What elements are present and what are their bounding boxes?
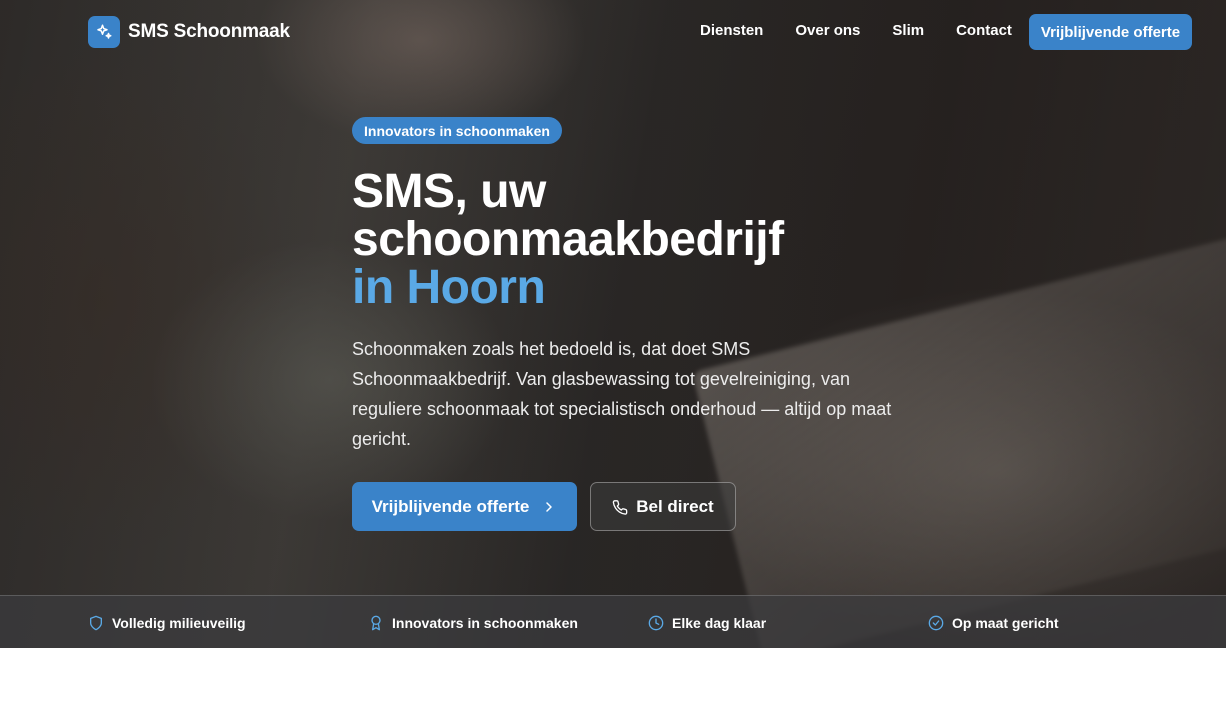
- phone-icon: [612, 499, 628, 515]
- feature-item: Volledig milieuveilig: [88, 596, 246, 648]
- clock-icon: [648, 615, 664, 631]
- hero-title-line-2: schoonmaakbedrijf: [352, 213, 784, 266]
- call-direct-button-label: Bel direct: [636, 496, 714, 516]
- check-circle-icon: [928, 615, 944, 631]
- brand-name: SMS Schoonmaak: [128, 21, 290, 42]
- call-direct-button[interactable]: Bel direct: [590, 482, 736, 531]
- feature-label: Op maat gericht: [952, 614, 1059, 631]
- hero-lead-text: Schoonmaken zoals het bedoeld is, dat do…: [352, 339, 892, 449]
- brand[interactable]: SMS Schoonmaak: [88, 16, 290, 48]
- chevron-right-icon: [541, 499, 557, 515]
- nav-link-diensten[interactable]: Diensten: [700, 22, 763, 39]
- feature-label: Volledig milieuveilig: [112, 614, 246, 631]
- nav-link-contact[interactable]: Contact: [956, 22, 1012, 39]
- hero-quote-button-label: Vrijblijvende offerte: [371, 496, 530, 516]
- top-navigation: SMS Schoonmaak Diensten Over ons Slim Co…: [0, 0, 1226, 64]
- hero-quote-button[interactable]: Vrijblijvende offerte: [352, 482, 577, 531]
- nav-quote-button[interactable]: Vrijblijvende offerte: [1029, 14, 1192, 50]
- hero-title: SMS, uw schoonmaakbedrijf in Hoorn: [352, 168, 912, 312]
- hero-title-accent: in Hoorn: [352, 261, 546, 314]
- feature-item: Elke dag klaar: [648, 596, 766, 648]
- hero-section: SMS Schoonmaak Diensten Over ons Slim Co…: [0, 0, 1226, 648]
- feature-label: Innovators in schoonmaken: [392, 614, 578, 631]
- feature-item: Op maat gericht: [928, 596, 1059, 648]
- feature-item: Innovators in schoonmaken: [368, 596, 578, 648]
- shield-icon: [88, 615, 104, 631]
- hero-title-line-1: SMS, uw: [352, 165, 546, 218]
- features-bar: Volledig milieuveilig Innovators in scho…: [0, 595, 1226, 648]
- nav-link-over-ons[interactable]: Over ons: [795, 22, 860, 39]
- nav-link-slim[interactable]: Slim: [892, 22, 924, 39]
- nav-links: Diensten Over ons Slim Contact: [700, 22, 1012, 39]
- hero-overlay: [0, 0, 1226, 648]
- hero-badge: Innovators in schoonmaken: [352, 117, 562, 144]
- feature-label: Elke dag klaar: [672, 614, 767, 631]
- sparkles-icon: [88, 16, 120, 48]
- award-icon: [368, 615, 384, 631]
